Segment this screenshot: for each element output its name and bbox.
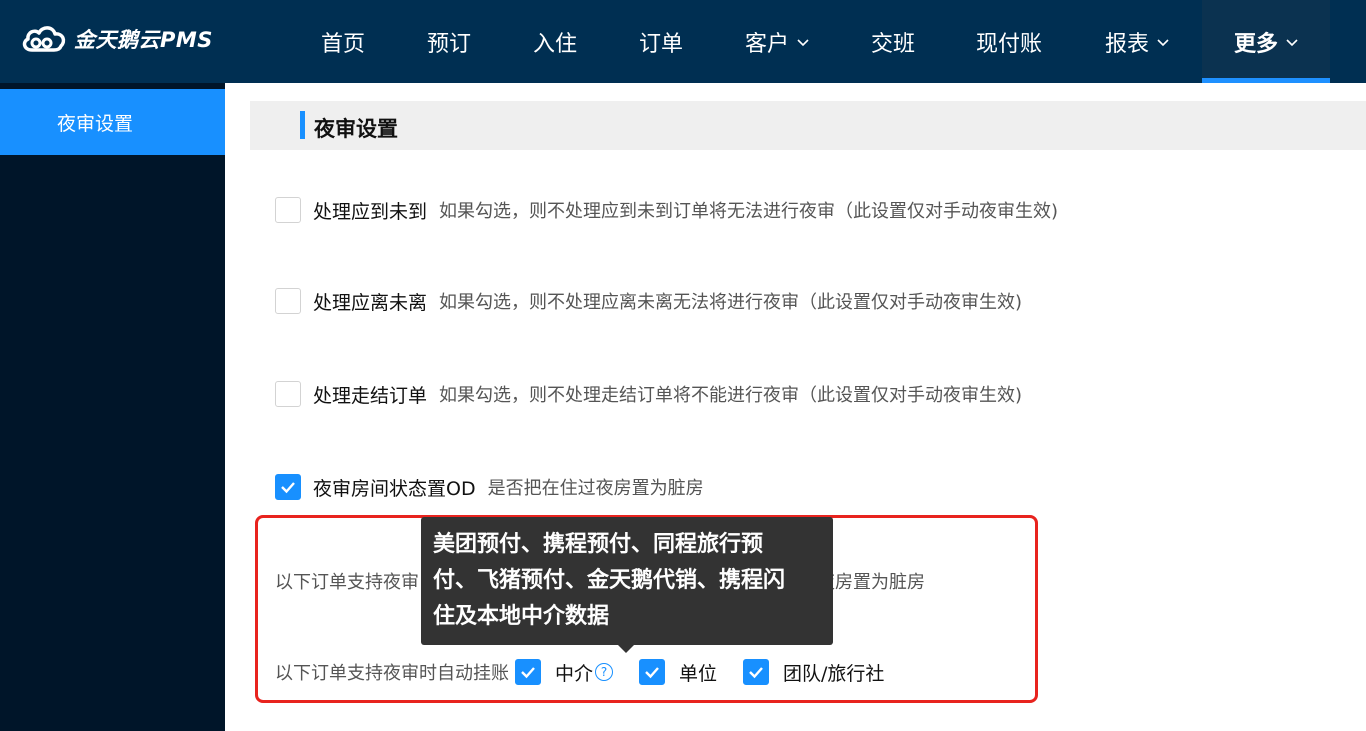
option-row: 处理应到未到 如果勾选，则不处理应到未到订单将无法进行夜审（此设置仅对手动夜审生… <box>275 196 1058 224</box>
checkbox-company[interactable] <box>639 659 666 685</box>
option-label: 处理走结订单 <box>313 384 428 407</box>
option-row: 夜审房间状态置OD 是否把在住过夜房置为脏房 <box>275 473 704 501</box>
nav-item-home[interactable]: 首页 <box>290 0 396 83</box>
section-title: 夜审设置 <box>314 117 398 141</box>
tooltip-line: 住及本地中介数据 <box>433 604 610 629</box>
nav-label: 交班 <box>870 31 915 57</box>
auto-settle-prefix: 以下订单支持夜审时自动挂账 <box>275 663 509 684</box>
section-header: 夜审设置 <box>250 101 1366 150</box>
check-icon <box>281 482 295 494</box>
chevron-down-icon <box>1157 38 1169 46</box>
option-description: 如果勾选，则不处理走结订单将不能进行夜审（此设置仅对手动夜审生效) <box>439 385 1023 406</box>
sidebar-item-label: 夜审设置 <box>57 112 134 135</box>
cloud-logo-icon <box>22 26 66 52</box>
main-content: 夜审设置 处理应到未到 如果勾选，则不处理应到未到订单将无法进行夜审（此设置仅对… <box>225 83 1366 731</box>
chevron-down-icon <box>797 38 809 46</box>
agent-help-tooltip: 美团预付、携程预付、同程旅行预 付、飞猪预付、金天鹅代销、携程闪 住及本地中介数… <box>421 517 833 653</box>
agent-label: 中介 <box>555 662 594 685</box>
nav-label: 客户 <box>744 31 789 57</box>
group-travel-agency-label: 团队/旅行社 <box>783 662 885 685</box>
option-description: 如果勾选，则不处理应到未到订单将无法进行夜审（此设置仅对手动夜审生效) <box>439 201 1059 222</box>
nav-label: 预订 <box>426 31 471 57</box>
checkbox-no-show[interactable] <box>275 197 301 223</box>
nav-label: 入住 <box>532 31 577 57</box>
top-navigation-bar: 金天鹅云PMS 首页 预订 入住 订单 客户 交班 现付账 报表 更多 <box>0 0 1366 83</box>
company-label: 单位 <box>679 662 718 685</box>
nav-item-cash-account[interactable]: 现付账 <box>946 0 1072 83</box>
auto-settle-row: 以下订单支持夜审时自动挂账 中介 ? 单位 团队/旅行社 <box>275 658 910 686</box>
option-description: 是否把在住过夜房置为脏房 <box>487 478 704 499</box>
sidebar: 夜审设置 <box>0 83 225 731</box>
checkbox-room-status-od[interactable] <box>275 474 301 500</box>
check-icon <box>749 667 763 679</box>
help-icon[interactable]: ? <box>595 663 614 681</box>
main-nav: 首页 预订 入住 订单 客户 交班 现付账 报表 更多 <box>290 0 1330 83</box>
nav-item-orders[interactable]: 订单 <box>608 0 714 83</box>
nav-item-booking[interactable]: 预订 <box>396 0 502 83</box>
auto-audit-prefix: 以下订单支持夜审 <box>275 572 419 593</box>
option-description: 如果勾选，则不处理应离未离无法将进行夜审（此设置仅对手动夜审生效) <box>439 292 1023 313</box>
check-icon <box>645 667 659 679</box>
nav-item-reports[interactable]: 报表 <box>1072 0 1202 83</box>
nav-label: 订单 <box>638 31 683 57</box>
nav-item-checkin[interactable]: 入住 <box>502 0 608 83</box>
option-label: 处理应离未离 <box>313 291 428 314</box>
auto-settle-company: 单位 <box>639 659 717 686</box>
nav-item-shift[interactable]: 交班 <box>840 0 946 83</box>
nav-label: 报表 <box>1104 31 1149 57</box>
checkbox-overstay[interactable] <box>275 288 301 314</box>
nav-item-more[interactable]: 更多 <box>1202 0 1330 83</box>
section-accent-bar <box>300 111 305 139</box>
auto-settle-group: 团队/旅行社 <box>743 659 884 686</box>
chevron-down-icon <box>1286 38 1298 46</box>
check-icon <box>521 667 535 679</box>
option-label: 处理应到未到 <box>313 200 428 223</box>
checkbox-agent[interactable] <box>515 659 541 685</box>
tooltip-line: 付、飞猪预付、金天鹅代销、携程闪 <box>433 568 786 593</box>
option-row: 处理应离未离 如果勾选，则不处理应离未离无法将进行夜审（此设置仅对手动夜审生效) <box>275 287 1022 315</box>
nav-item-customers[interactable]: 客户 <box>714 0 840 83</box>
app-logo[interactable]: 金天鹅云PMS <box>20 22 213 56</box>
auto-settle-agent: 中介 ? <box>515 659 614 686</box>
option-row: 处理走结订单 如果勾选，则不处理走结订单将不能进行夜审（此设置仅对手动夜审生效) <box>275 380 1022 408</box>
sidebar-item-night-audit-settings[interactable]: 夜审设置 <box>0 89 225 155</box>
logo-text: 金天鹅云PMS <box>74 28 213 52</box>
checkbox-group-travel-agency[interactable] <box>743 659 770 685</box>
tooltip-arrow <box>618 645 634 653</box>
checkbox-checkout-unsettled[interactable] <box>275 381 301 407</box>
nav-label: 更多 <box>1233 31 1278 57</box>
option-label: 夜审房间状态置OD <box>313 477 476 500</box>
tooltip-line: 美团预付、携程预付、同程旅行预 <box>433 532 764 557</box>
nav-label: 首页 <box>320 31 365 57</box>
nav-label: 现付账 <box>975 31 1042 57</box>
